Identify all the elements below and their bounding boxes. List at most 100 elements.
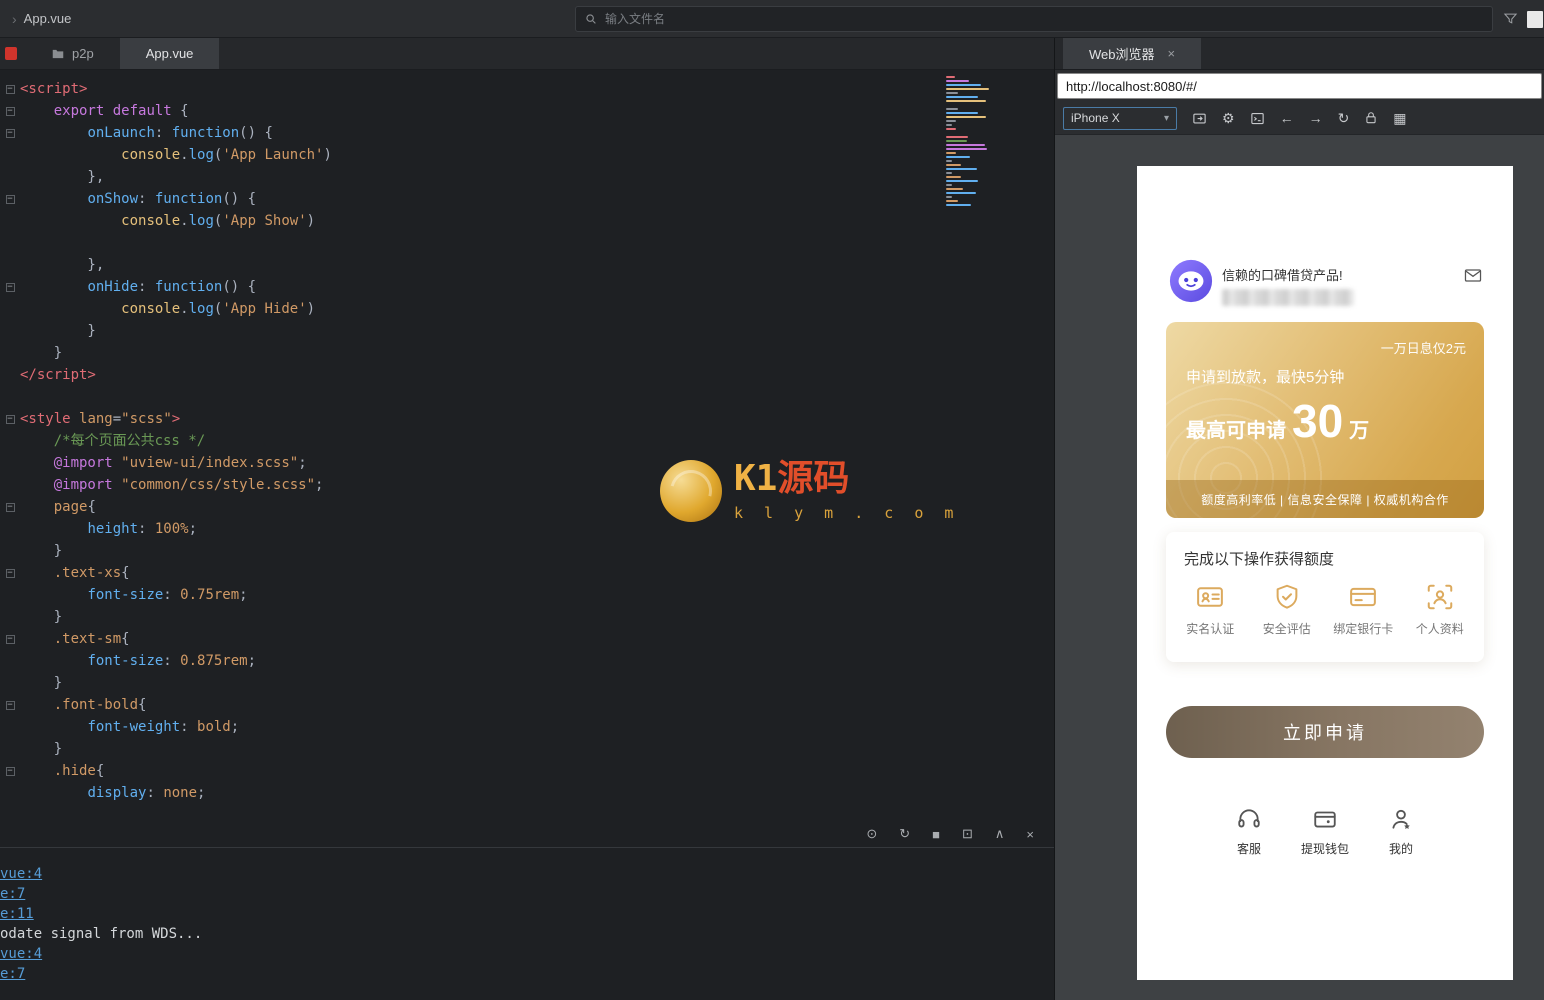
code-line[interactable]: } [0,540,1054,562]
op-label: 实名认证 [1186,622,1235,636]
devtools-console-icon[interactable] [1250,111,1265,126]
code-line[interactable]: − <script> [0,78,1054,100]
watermark: K1源码 k l y m . c o m [660,460,959,522]
tab-app-vue[interactable]: App.vue [119,38,220,69]
code-line[interactable]: } [0,738,1054,760]
code-line[interactable]: − onLaunch: function() { [0,122,1054,144]
back-icon[interactable]: ← [1280,110,1294,126]
console-source-link[interactable]: e:7 [0,884,1054,904]
op-label: 个人资料 [1415,622,1464,636]
code-line[interactable]: − .text-xs{ [0,562,1054,584]
chevron-down-icon: ▾ [1163,112,1169,124]
new-window-icon[interactable] [1192,111,1207,126]
code-line[interactable]: console.log('App Hide') [0,298,1054,320]
nav-withdraw-wallet[interactable]: 提现钱包 [1297,806,1353,857]
code-line[interactable]: }, [0,166,1054,188]
code-line[interactable]: } [0,606,1054,628]
console-source-link[interactable]: vue:4 [0,944,1054,964]
minimap[interactable] [946,76,996,208]
wallet-icon [1314,811,1336,828]
avatar[interactable] [1168,258,1214,304]
settings-gear-icon[interactable]: ⚙ [1222,110,1235,127]
code-line[interactable]: − .text-sm{ [0,628,1054,650]
code-line[interactable]: − .font-bold{ [0,694,1054,716]
fold-marker-icon[interactable]: − [5,502,15,512]
qr-code-icon[interactable]: ▦ [1393,110,1406,127]
browser-pane: Web浏览器 × iPhone X ▾ ⚙ ← → ↻ [1055,38,1544,1000]
nav-my-account[interactable]: 我的 [1373,806,1429,857]
op-safety-assessment[interactable]: 安全评估 [1252,582,1322,637]
op-real-name-verify[interactable]: 实名认证 [1175,582,1245,637]
code-line[interactable]: − .hide{ [0,760,1054,782]
op-bind-bank-card[interactable]: 绑定银行卡 [1328,582,1398,637]
collapse-icon[interactable]: ∧ [995,826,1005,842]
code-line[interactable]: } [0,672,1054,694]
bottom-nav: 客服 提现钱包 我的 [1137,806,1513,857]
code-lines[interactable]: − <script> − export default {− onLaunch: f… [0,78,1054,804]
code-editor[interactable]: − <script> − export default {− onLaunch: f… [0,70,1054,821]
fold-marker-icon[interactable]: − [5,194,15,204]
tab-p2p[interactable]: p2p [25,38,120,69]
fold-marker-icon[interactable]: − [5,568,15,578]
console-source-link[interactable]: vue:4 [0,864,1054,884]
code-line[interactable]: display: none; [0,782,1054,804]
code-line[interactable] [0,386,1054,408]
fold-marker-icon[interactable]: − [5,84,15,94]
code-line[interactable]: }, [0,254,1054,276]
panel-toggle[interactable] [1527,11,1543,28]
console-source-link[interactable]: e:7 [0,964,1054,984]
fold-marker-icon[interactable]: − [5,106,15,116]
message-envelope-icon[interactable] [1462,266,1484,290]
refresh-icon[interactable]: ↻ [1338,110,1350,127]
browser-toolbar: iPhone X ▾ ⚙ ← → ↻ ▦ [1055,102,1544,135]
search-icon [586,14,596,24]
phone-screen: 信赖的口碑借贷产品! 一万日息仅2元 申请到放款，最快5分钟 最高可申请 30 … [1137,166,1513,980]
code-line[interactable]: − onHide: function() { [0,276,1054,298]
export-icon[interactable]: ⊡ [962,826,973,842]
debug-icon[interactable]: ⊙ [866,826,877,842]
forward-icon[interactable]: → [1309,110,1323,126]
file-search-box[interactable] [575,6,1493,32]
filter-icon[interactable] [1503,11,1518,31]
search-input[interactable] [605,12,1484,26]
lock-icon[interactable] [1364,111,1378,125]
code-line[interactable]: − <style lang="scss"> [0,408,1054,430]
project-badge-icon [5,47,17,60]
code-line[interactable]: font-size: 0.75rem; [0,584,1054,606]
code-line[interactable]: font-size: 0.875rem; [0,650,1054,672]
id-card-icon [1197,587,1224,607]
code-line[interactable]: } [0,342,1054,364]
code-line[interactable]: /*每个页面公共css */ [0,430,1054,452]
code-line[interactable]: − export default { [0,100,1054,122]
console-source-link[interactable]: e:11 [0,904,1054,924]
code-line[interactable]: font-weight: bold; [0,716,1054,738]
fold-marker-icon[interactable]: − [5,282,15,292]
browser-viewport: 信赖的口碑借贷产品! 一万日息仅2元 申请到放款，最快5分钟 最高可申请 30 … [1055,135,1544,1000]
device-select-value: iPhone X [1071,111,1120,125]
device-select[interactable]: iPhone X ▾ [1063,106,1177,130]
code-line[interactable]: } [0,320,1054,342]
apply-now-button[interactable]: 立即申请 [1166,706,1484,758]
tab-web-browser[interactable]: Web浏览器 × [1063,38,1202,69]
nav-customer-service[interactable]: 客服 [1221,806,1277,857]
code-line[interactable]: − onShow: function() { [0,188,1054,210]
restart-icon[interactable]: ↻ [899,826,910,842]
banner-amount-value: 30 [1292,395,1344,447]
url-input[interactable] [1057,73,1542,99]
code-line[interactable]: console.log('App Launch') [0,144,1054,166]
fold-marker-icon[interactable]: − [5,766,15,776]
fold-marker-icon[interactable]: − [5,414,15,424]
code-line[interactable] [0,232,1054,254]
code-line[interactable]: </script> [0,364,1054,386]
close-console-icon[interactable]: × [1026,827,1034,842]
stop-icon[interactable]: ■ [932,827,940,842]
fold-marker-icon[interactable]: − [5,700,15,710]
fold-marker-icon[interactable]: − [5,128,15,138]
close-tab-icon[interactable]: × [1168,46,1176,61]
operations-title: 完成以下操作获得额度 [1184,551,1335,568]
user-star-icon [1392,809,1410,829]
op-personal-info[interactable]: 个人资料 [1405,582,1475,637]
fold-marker-icon[interactable]: − [5,634,15,644]
loan-banner[interactable]: 一万日息仅2元 申请到放款，最快5分钟 最高可申请 30 万 额度高利率低 | … [1166,322,1484,518]
code-line[interactable]: console.log('App Show') [0,210,1054,232]
